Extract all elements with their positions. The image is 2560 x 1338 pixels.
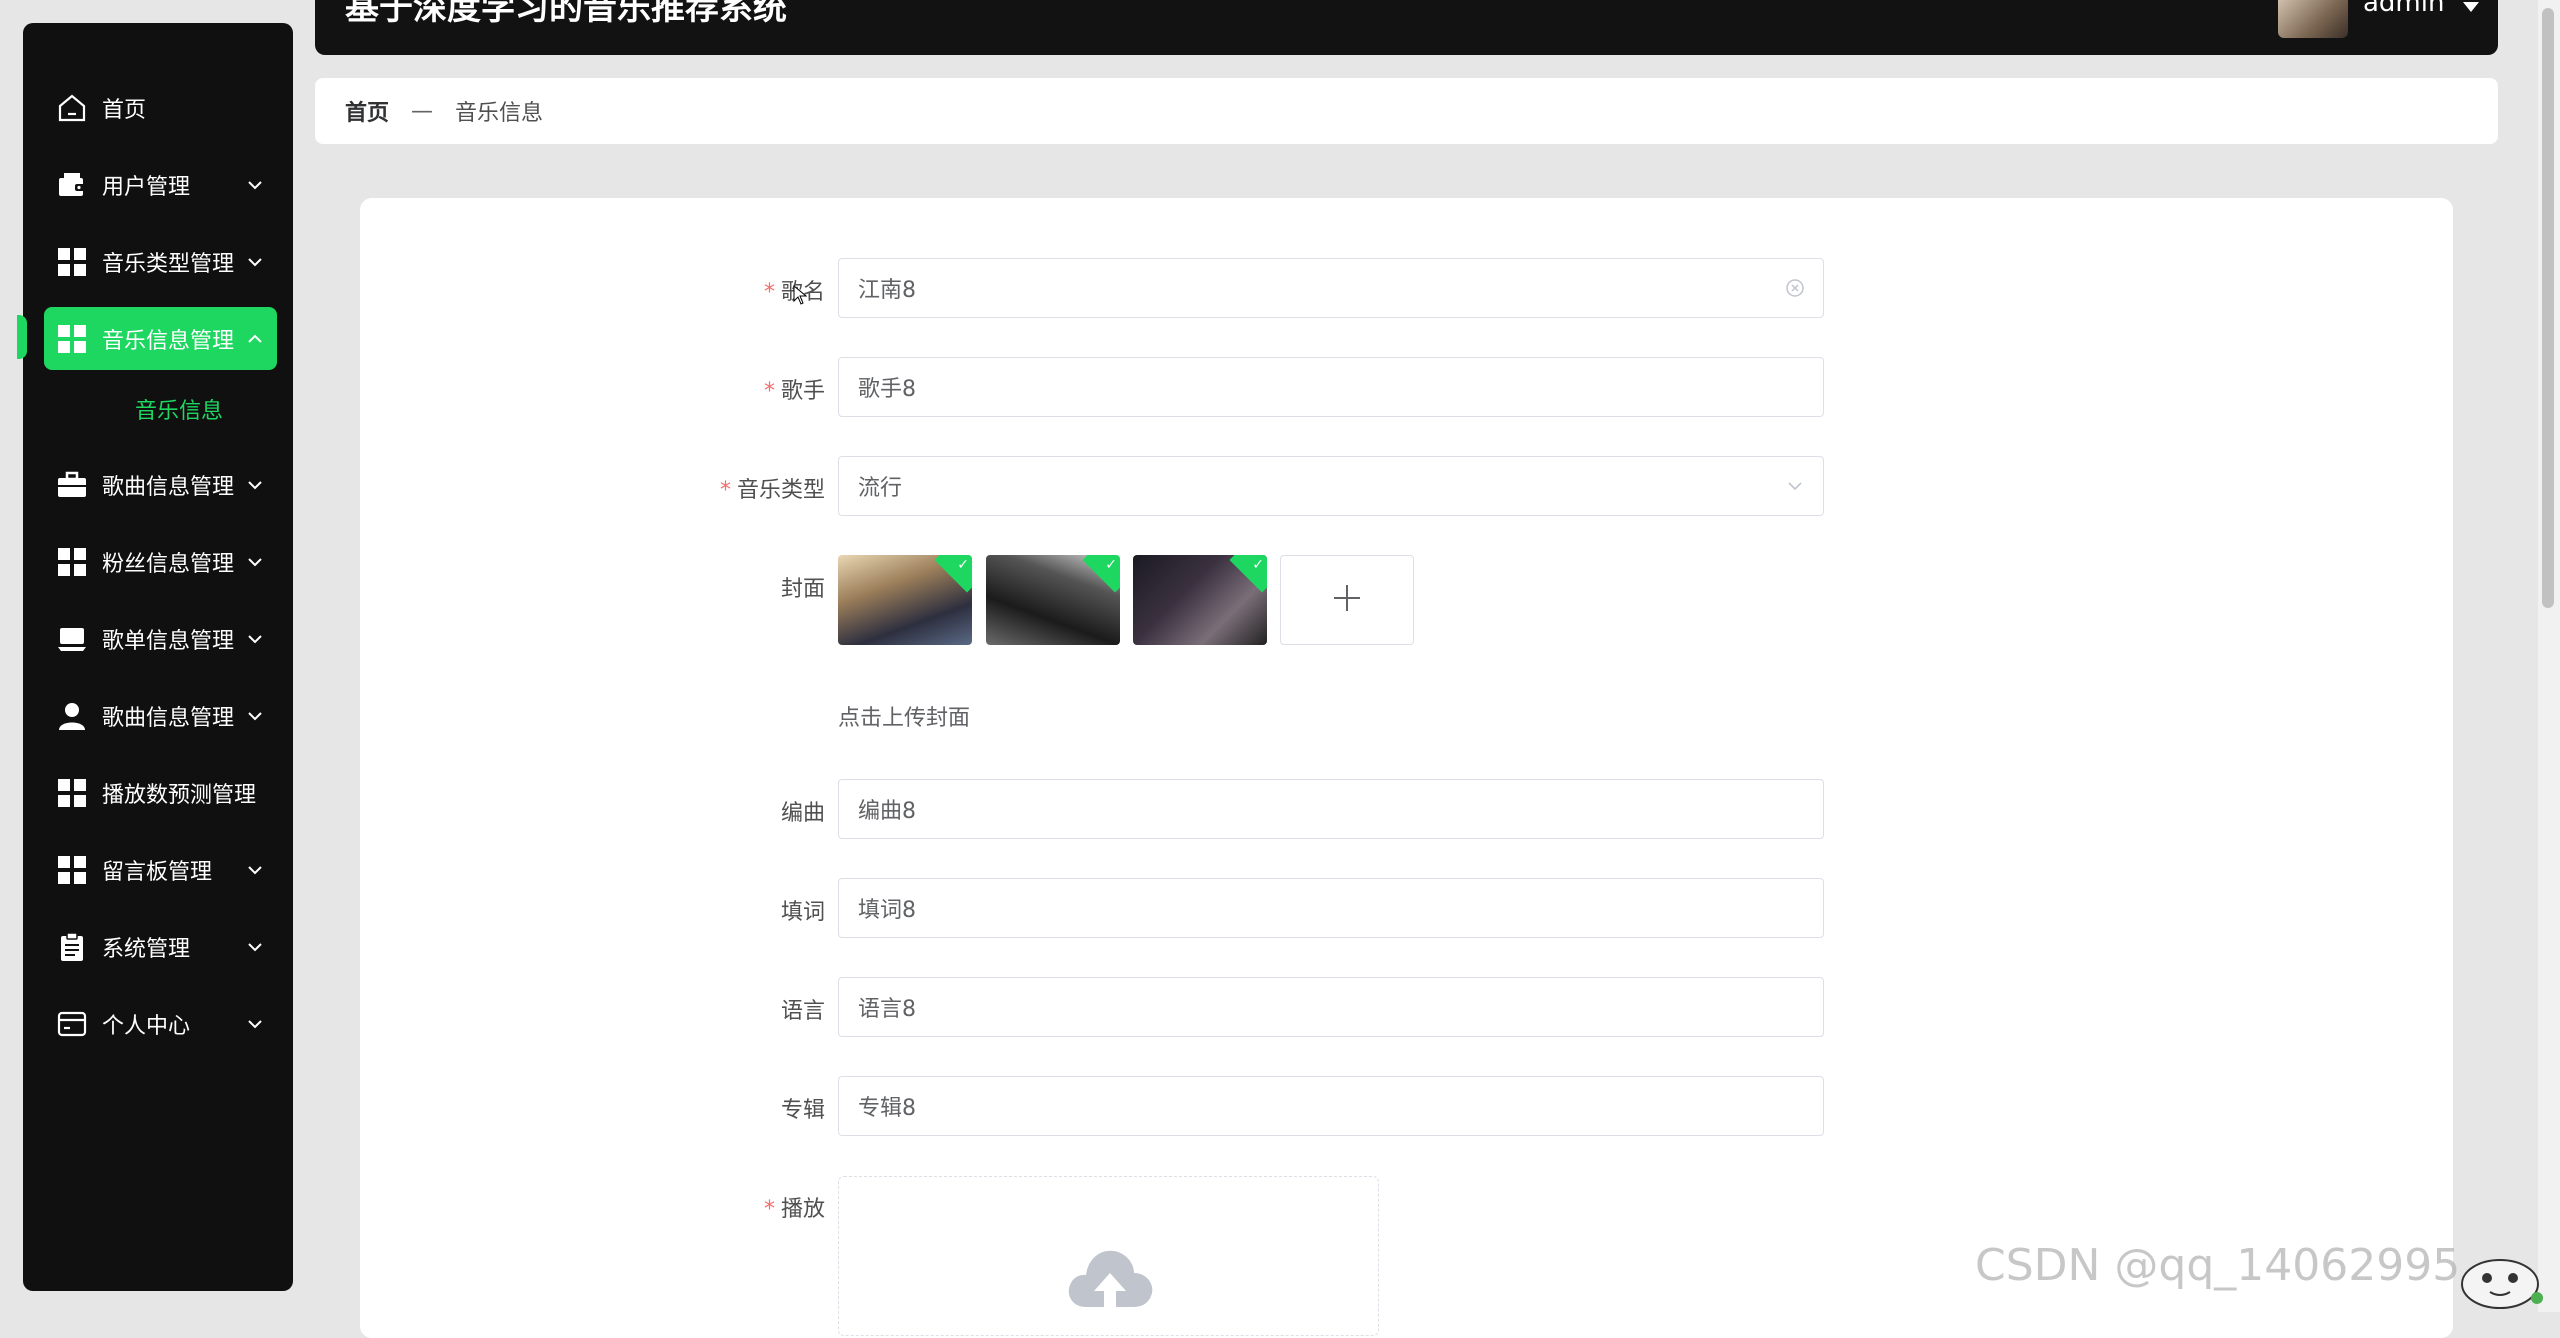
album-input[interactable]: 专辑8: [838, 1076, 1824, 1136]
sidebar-item-play-forecast[interactable]: 播放数预测管理: [44, 761, 277, 824]
sidebar-subitem-music-info[interactable]: 音乐信息: [135, 393, 223, 425]
composer-label: 编曲: [780, 801, 825, 826]
grid-icon: [56, 854, 88, 886]
language-value: 语言8: [858, 997, 916, 1022]
chevron-down-icon: [245, 629, 265, 649]
sidebar-item-playlist[interactable]: 歌单信息管理: [44, 607, 277, 670]
lyricist-input[interactable]: 填词8: [838, 878, 1824, 938]
cover-thumbnail[interactable]: ✓: [986, 555, 1120, 645]
sidebar-item-label: 音乐类型管理: [102, 251, 235, 277]
sidebar-item-home[interactable]: 首页: [44, 76, 277, 139]
sidebar-item-system[interactable]: 系统管理: [44, 915, 277, 978]
page-scrollbar[interactable]: [2538, 0, 2560, 1312]
language-label: 语言: [780, 999, 825, 1024]
clear-icon[interactable]: [1783, 276, 1807, 300]
chevron-down-icon: [245, 706, 265, 726]
breadcrumb-home[interactable]: 首页: [345, 95, 389, 127]
laptop-icon: [56, 623, 88, 655]
language-input[interactable]: 语言8: [838, 977, 1824, 1037]
app-title: 基于深度学习的音乐推荐系统: [345, 0, 787, 28]
cover-upload-tip[interactable]: 点击上传封面: [838, 700, 970, 732]
breadcrumb: 首页 — 音乐信息: [315, 78, 2498, 144]
grid-icon: [56, 546, 88, 578]
music-type-label: * 音乐类型: [719, 478, 825, 503]
top-bar: 基于深度学习的音乐推荐系统 admin: [315, 0, 2498, 55]
plus-icon: [1331, 582, 1363, 618]
clipboard-icon: [56, 931, 88, 963]
sidebar-item-song-info-2[interactable]: 歌曲信息管理: [44, 684, 277, 747]
play-upload-area[interactable]: [838, 1176, 1379, 1336]
chevron-down-icon: [245, 252, 265, 272]
cover-thumbnail[interactable]: ✓: [1133, 555, 1267, 645]
breadcrumb-separator: —: [411, 98, 434, 124]
sidebar-item-song-info[interactable]: 歌曲信息管理: [44, 453, 277, 516]
chevron-down-icon: [245, 937, 265, 957]
check-icon: ✓: [957, 557, 969, 573]
sidebar-item-music-info[interactable]: 音乐信息管理: [44, 307, 277, 370]
sidebar-item-label: 歌曲信息管理: [102, 474, 235, 500]
lyricist-label: 填词: [780, 900, 825, 925]
chevron-down-icon: [245, 475, 265, 495]
mascot-icon: [2455, 1248, 2545, 1310]
user-icon: [56, 700, 88, 732]
chevron-down-icon: [245, 1014, 265, 1034]
sidebar-item-label: 粉丝信息管理: [102, 551, 235, 577]
sidebar-item-label: 用户管理: [102, 174, 191, 200]
song-name-value: 江南8: [858, 278, 916, 303]
lyricist-value: 填词8: [858, 898, 916, 923]
play-label: * 播放: [763, 1197, 825, 1222]
sidebar-item-profile[interactable]: 个人中心: [44, 992, 277, 1055]
sidebar-item-music-type[interactable]: 音乐类型管理: [44, 230, 277, 293]
album-value: 专辑8: [858, 1096, 916, 1121]
sidebar-item-message-board[interactable]: 留言板管理: [44, 838, 277, 901]
sidebar-item-label: 系统管理: [102, 936, 191, 962]
sidebar-item-label: 首页: [102, 97, 147, 123]
grid-icon: [56, 777, 88, 809]
chevron-down-icon: [245, 860, 265, 880]
singer-value: 歌手8: [858, 377, 916, 402]
scrollbar-thumb[interactable]: [2542, 8, 2554, 608]
singer-label: * 歌手: [763, 379, 825, 404]
check-icon: ✓: [1105, 557, 1117, 573]
sidebar-item-label: 播放数预测管理: [102, 782, 257, 808]
check-icon: ✓: [1252, 557, 1264, 573]
user-name[interactable]: admin: [2363, 0, 2444, 18]
breadcrumb-current: 音乐信息: [455, 101, 544, 126]
cloud-upload-icon: [1064, 1237, 1156, 1321]
music-type-select[interactable]: 流行: [838, 456, 1824, 516]
active-indicator: [17, 315, 27, 359]
avatar[interactable]: [2278, 0, 2348, 38]
cover-thumbnail[interactable]: ✓: [838, 555, 972, 645]
chevron-up-icon: [245, 329, 265, 349]
sidebar-item-label: 歌单信息管理: [102, 628, 235, 654]
composer-input[interactable]: 编曲8: [838, 779, 1824, 839]
add-cover-button[interactable]: [1280, 555, 1414, 645]
sidebar-item-fans[interactable]: 粉丝信息管理: [44, 530, 277, 593]
caret-down-icon[interactable]: [2462, 0, 2480, 17]
sidebar-item-label: 音乐信息管理: [102, 328, 235, 354]
wallet-icon: [56, 169, 88, 201]
chevron-down-icon: [1783, 474, 1807, 498]
singer-input[interactable]: 歌手8: [838, 357, 1824, 417]
sidebar-item-label: 个人中心: [102, 1013, 191, 1039]
sidebar: 首页 用户管理 音乐类型管理 音乐信息管理 音乐信息 歌曲信息管理 粉丝信息管理…: [17, 23, 293, 1291]
sidebar-item-label: 歌曲信息管理: [102, 705, 235, 731]
composer-value: 编曲8: [858, 799, 916, 824]
card-icon: [56, 1008, 88, 1040]
chevron-down-icon: [245, 175, 265, 195]
sidebar-item-label: 留言板管理: [102, 859, 213, 885]
album-label: 专辑: [780, 1098, 825, 1123]
home-icon: [56, 92, 88, 124]
grid-icon: [56, 323, 88, 355]
chevron-down-icon: [245, 552, 265, 572]
song-name-input[interactable]: 江南8: [838, 258, 1824, 318]
music-type-value: 流行: [858, 476, 903, 501]
watermark: CSDN @qq_14062995: [1975, 1240, 2461, 1291]
briefcase-icon: [56, 469, 88, 501]
mouse-cursor-icon: [793, 284, 808, 309]
sidebar-item-users[interactable]: 用户管理: [44, 153, 277, 216]
grid-icon: [56, 246, 88, 278]
cover-label: 封面: [780, 577, 825, 602]
